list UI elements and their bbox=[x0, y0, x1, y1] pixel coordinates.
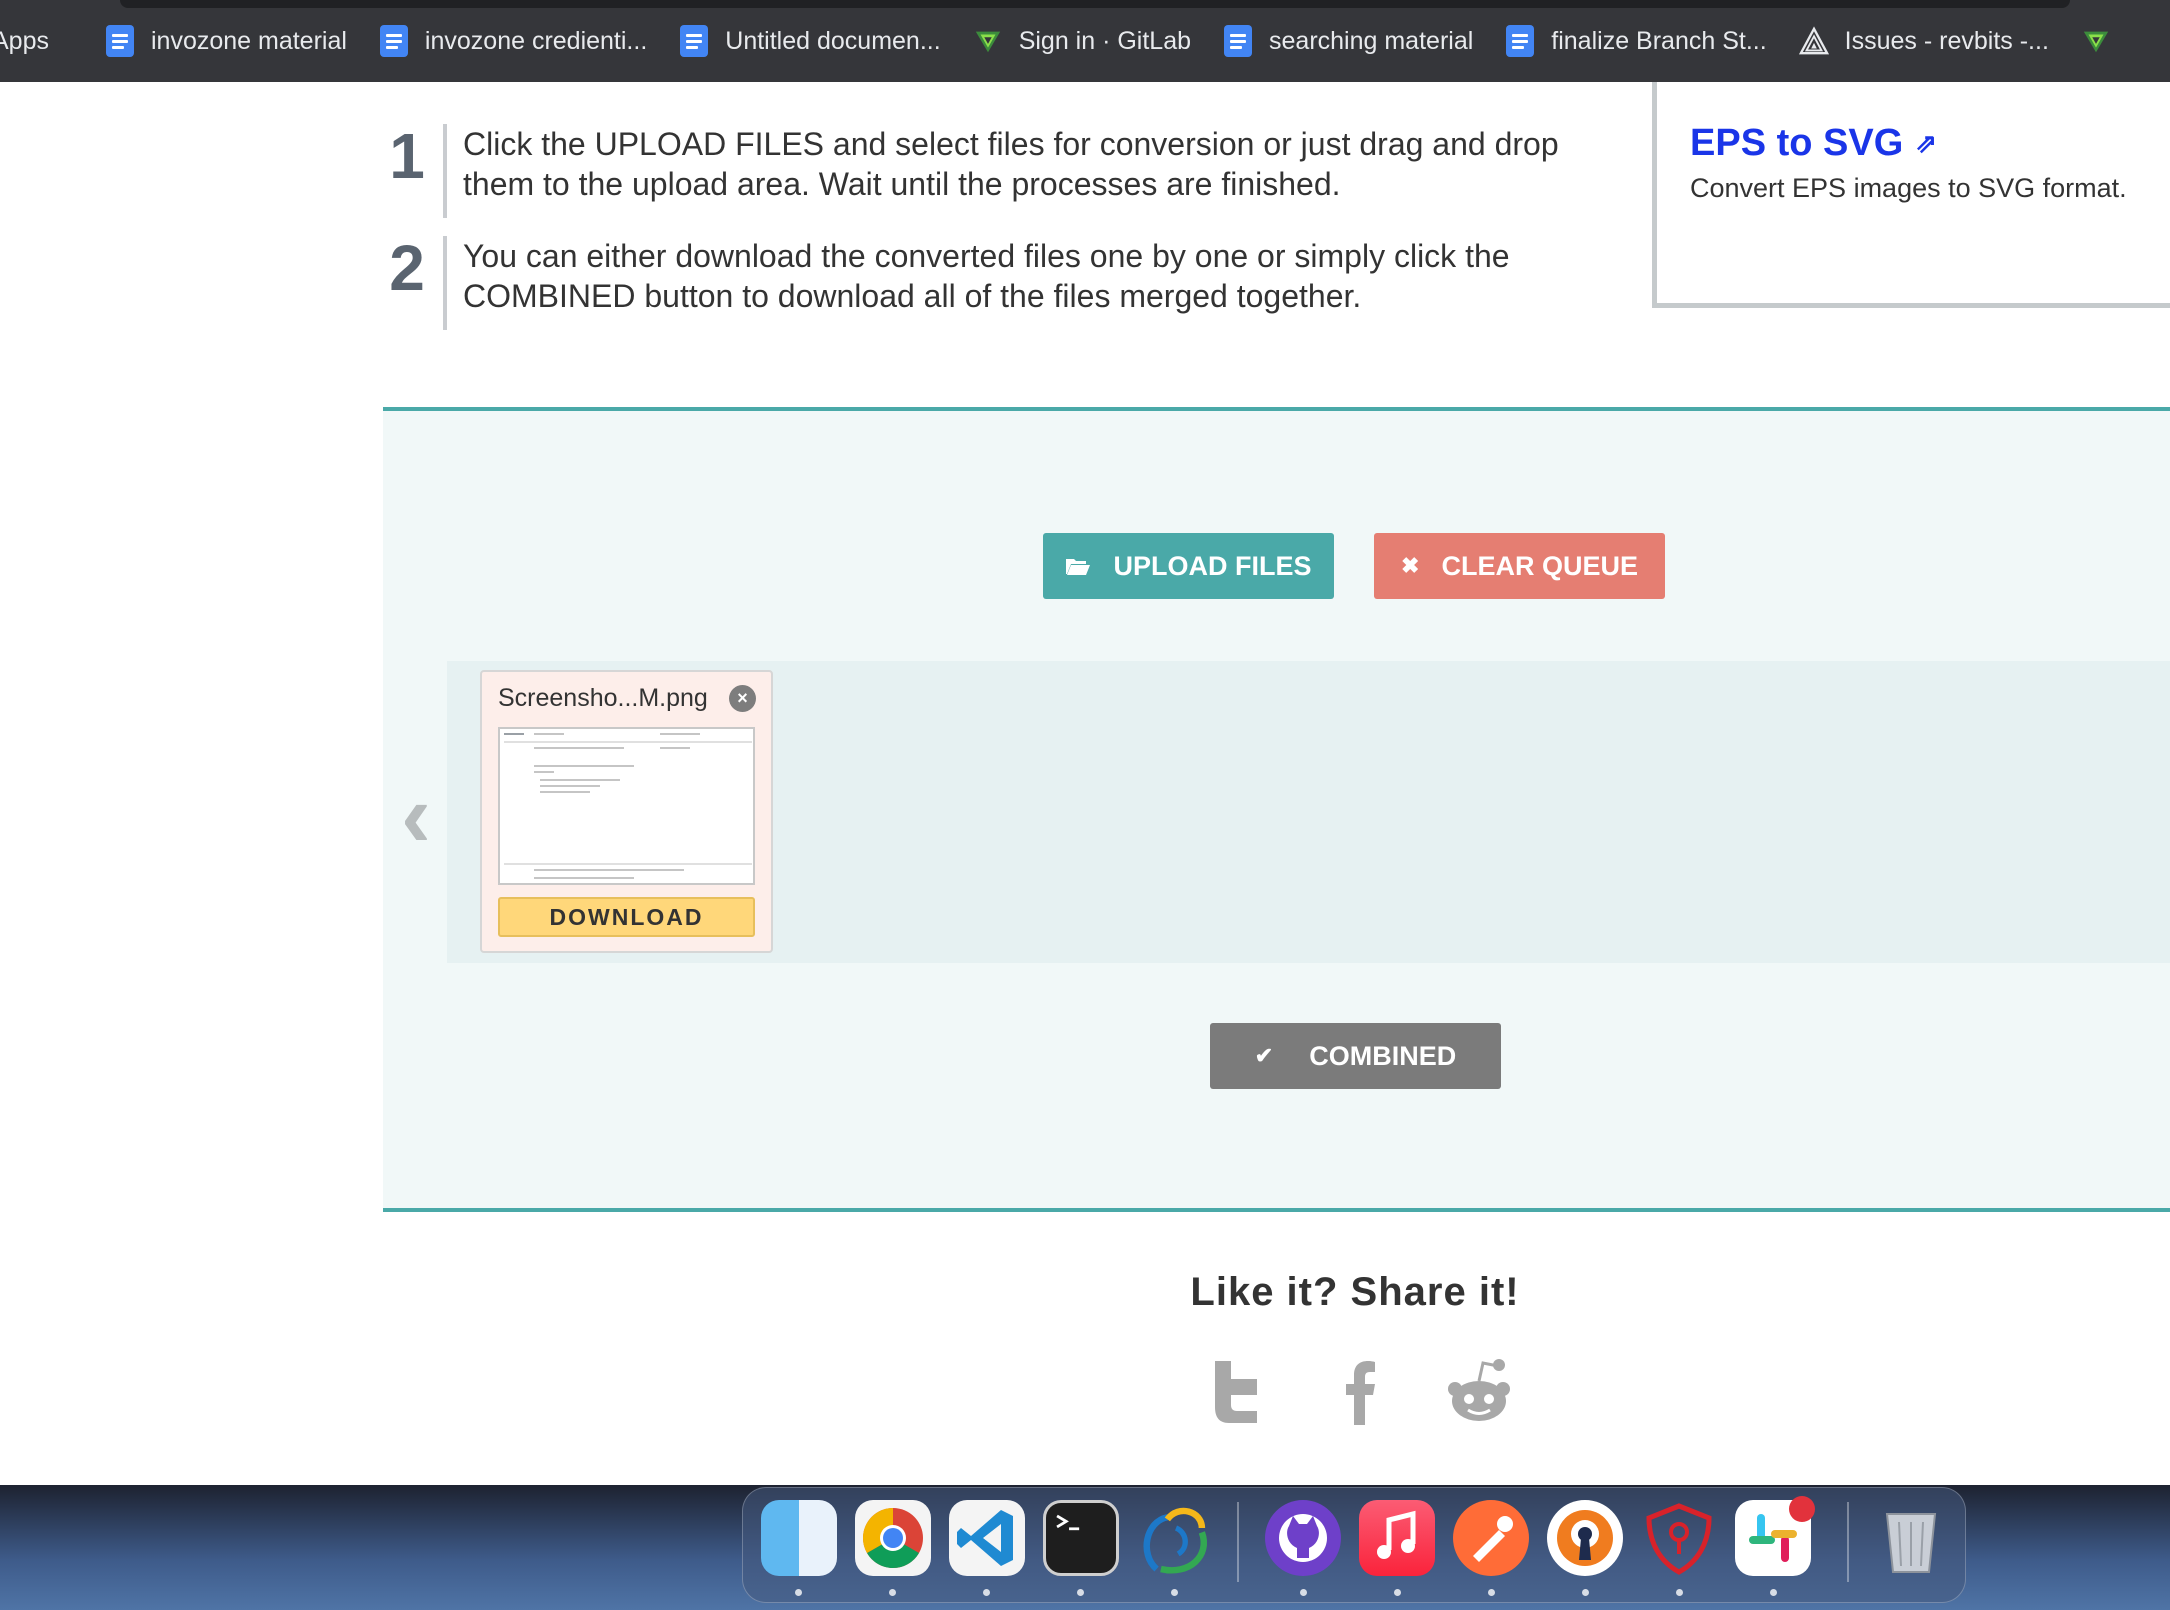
queued-file-card: Screensho...M.png × DOWNLOAD bbox=[480, 670, 773, 953]
close-icon: ✖ bbox=[1401, 553, 1420, 578]
running-indicator bbox=[1077, 1589, 1084, 1596]
step-text: You can either download the converted fi… bbox=[463, 238, 1510, 314]
running-indicator bbox=[889, 1589, 896, 1596]
google-doc-icon bbox=[1505, 25, 1535, 57]
bookmark-label: finalize Branch St... bbox=[1551, 26, 1767, 55]
combined-button[interactable]: ✔ COMBINED bbox=[1210, 1023, 1501, 1089]
notification-badge bbox=[1789, 1496, 1815, 1522]
bookmarks-bar: Apps invozone material invozone credient… bbox=[0, 0, 2170, 82]
button-label: CLEAR QUEUE bbox=[1441, 550, 1638, 581]
checkmark-icon: ✔ bbox=[1254, 1043, 1274, 1068]
bookmark-invozone-material[interactable]: invozone material bbox=[65, 0, 363, 82]
upload-area[interactable]: UPLOAD FILES ✖ CLEAR QUEUE ‹ Screensho..… bbox=[383, 407, 2170, 1212]
bookmark-gitlab-sign-in[interactable]: Sign in · GitLab bbox=[957, 0, 1207, 82]
bookmark-label: Issues - revbits -... bbox=[1844, 26, 2049, 55]
running-indicator bbox=[1300, 1589, 1307, 1596]
google-doc-icon bbox=[1223, 25, 1253, 57]
gitlab-icon bbox=[2081, 25, 2111, 57]
clear-queue-button[interactable]: ✖ CLEAR QUEUE bbox=[1374, 533, 1665, 599]
download-button[interactable]: DOWNLOAD bbox=[498, 897, 755, 937]
folder-open-icon bbox=[1065, 556, 1091, 576]
music-icon[interactable] bbox=[1359, 1500, 1435, 1576]
chrome-icon[interactable] bbox=[855, 1500, 931, 1576]
external-link-icon: ⇗ bbox=[1915, 128, 1938, 158]
button-label: COMBINED bbox=[1309, 1040, 1457, 1071]
bookmark-label: Untitled documen... bbox=[725, 26, 941, 55]
bookmark-invozone-credentials[interactable]: invozone credienti... bbox=[363, 0, 663, 82]
finder-icon[interactable] bbox=[761, 1500, 837, 1576]
running-indicator bbox=[1770, 1589, 1777, 1596]
postman-icon[interactable] bbox=[1453, 1500, 1529, 1576]
google-doc-icon bbox=[679, 25, 709, 57]
bookmark-label: invozone material bbox=[150, 26, 347, 55]
file-thumbnail bbox=[498, 727, 755, 885]
related-converter-card: EPS to SVG ⇗ Convert EPS images to SVG f… bbox=[1652, 82, 2170, 308]
running-indicator bbox=[795, 1589, 802, 1596]
bookmark-untitled-document[interactable]: Untitled documen... bbox=[663, 0, 956, 82]
bookmark-label: invozone credienti... bbox=[424, 26, 648, 55]
step-number: 1 bbox=[389, 120, 425, 192]
chevron-left-icon[interactable]: ‹ bbox=[401, 771, 431, 861]
running-indicator bbox=[1488, 1589, 1495, 1596]
step-1: 1 Click the UPLOAD FILES and select file… bbox=[383, 124, 1593, 218]
running-indicator bbox=[1394, 1589, 1401, 1596]
running-indicator bbox=[983, 1589, 990, 1596]
eps-to-svg-link[interactable]: EPS to SVG ⇗ bbox=[1690, 122, 2170, 165]
trash-icon[interactable] bbox=[1873, 1500, 1949, 1576]
step-text: Click the UPLOAD FILES and select files … bbox=[463, 126, 1559, 202]
issues-icon bbox=[1798, 25, 1829, 57]
step-divider bbox=[443, 236, 447, 330]
bookmark-finalize-branch[interactable]: finalize Branch St... bbox=[1489, 0, 1782, 82]
slack-icon[interactable] bbox=[1735, 1496, 1815, 1576]
macos-dock bbox=[742, 1487, 1966, 1603]
github-desktop-icon[interactable] bbox=[1265, 1500, 1341, 1576]
bookmark-searching-material[interactable]: searching material bbox=[1207, 0, 1489, 82]
bookmark-label: searching material bbox=[1269, 26, 1474, 55]
dock-separator bbox=[1847, 1502, 1849, 1582]
bookmark-overflow-gitlab[interactable] bbox=[2065, 0, 2143, 82]
button-label: UPLOAD FILES bbox=[1113, 550, 1312, 581]
shield-icon[interactable] bbox=[1641, 1500, 1717, 1576]
twitter-icon[interactable] bbox=[1205, 1355, 1277, 1427]
bookmark-apps[interactable]: Apps bbox=[0, 0, 65, 82]
reddit-icon[interactable] bbox=[1443, 1355, 1515, 1427]
bookmark-label: Sign in · GitLab bbox=[1018, 26, 1192, 55]
dock-separator bbox=[1237, 1502, 1239, 1582]
google-doc-icon bbox=[105, 25, 135, 57]
share-icons bbox=[1205, 1355, 1562, 1427]
terminal-icon[interactable] bbox=[1043, 1500, 1119, 1576]
step-2: 2 You can either download the converted … bbox=[383, 236, 1593, 330]
step-number: 2 bbox=[389, 232, 425, 304]
running-indicator bbox=[1582, 1589, 1589, 1596]
running-indicator bbox=[1171, 1589, 1178, 1596]
gitlab-icon bbox=[973, 25, 1003, 57]
share-title: Like it? Share it! bbox=[1190, 1270, 1520, 1314]
file-name: Screensho...M.png bbox=[498, 684, 708, 712]
vscode-icon[interactable] bbox=[949, 1500, 1025, 1576]
google-doc-icon bbox=[379, 25, 409, 57]
remove-file-icon[interactable]: × bbox=[729, 685, 756, 712]
openvpn-icon[interactable] bbox=[1547, 1500, 1623, 1576]
converter-description: Convert EPS images to SVG format. bbox=[1690, 173, 2127, 203]
link-label: EPS to SVG bbox=[1690, 122, 1904, 164]
bookmark-issues-revbits[interactable]: Issues - revbits -... bbox=[1783, 0, 2065, 82]
upload-files-button[interactable]: UPLOAD FILES bbox=[1043, 533, 1334, 599]
facebook-icon[interactable] bbox=[1324, 1355, 1396, 1427]
running-indicator bbox=[1676, 1589, 1683, 1596]
bookmark-label: Apps bbox=[0, 26, 49, 55]
elementor-icon[interactable] bbox=[1135, 1500, 1211, 1576]
step-divider bbox=[443, 124, 447, 218]
